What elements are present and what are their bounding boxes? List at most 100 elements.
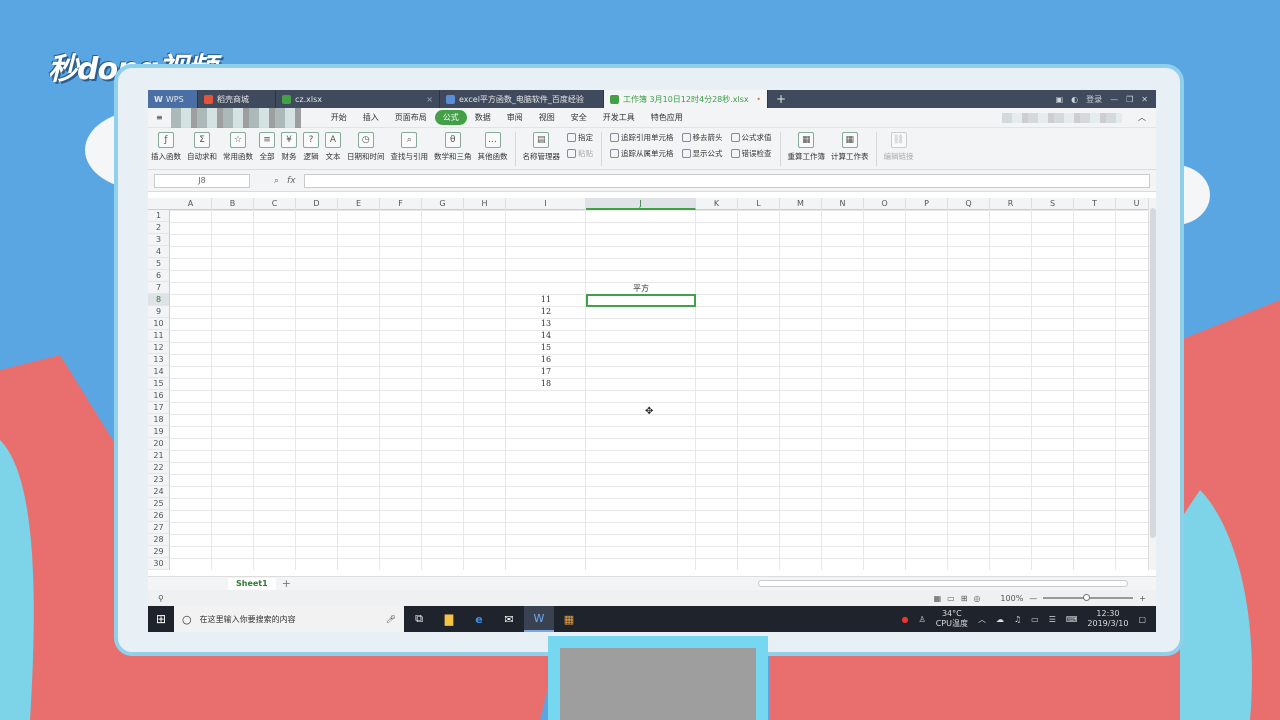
user-login[interactable]: 登录 <box>1086 94 1102 105</box>
fx-icon[interactable]: fx <box>287 176 296 186</box>
error-check-button[interactable]: 错误检查 <box>730 148 772 159</box>
column-header-o[interactable]: O <box>864 198 906 210</box>
menu-special[interactable]: 特色应用 <box>643 112 691 123</box>
scroll-thumb[interactable] <box>1150 208 1156 538</box>
menu-start[interactable]: 开始 <box>323 112 355 123</box>
row-header-7[interactable]: 7 <box>148 282 169 294</box>
tab-browser[interactable]: excel平方函数_电脑软件_百度经验 <box>440 90 604 108</box>
row-header-6[interactable]: 6 <box>148 270 169 282</box>
column-header-r[interactable]: R <box>990 198 1032 210</box>
row-header-21[interactable]: 21 <box>148 450 169 462</box>
row-header-13[interactable]: 13 <box>148 354 169 366</box>
row-header-14[interactable]: 14 <box>148 366 169 378</box>
cell-i15[interactable]: 18 <box>506 379 586 388</box>
column-header-s[interactable]: S <box>1032 198 1074 210</box>
file-explorer-icon[interactable]: ▇ <box>434 606 464 632</box>
column-header-g[interactable]: G <box>422 198 464 210</box>
row-header-12[interactable]: 12 <box>148 342 169 354</box>
keyboard-icon[interactable]: ⌨ <box>1066 615 1078 624</box>
finance-button[interactable]: ¥ 财务 <box>281 132 297 162</box>
column-header-l[interactable]: L <box>738 198 780 210</box>
row-header-4[interactable]: 4 <box>148 246 169 258</box>
row-header-1[interactable]: 1 <box>148 210 169 222</box>
security-icon[interactable]: ● <box>902 615 909 624</box>
text-button[interactable]: A 文本 <box>325 132 341 162</box>
common-functions-button[interactable]: ☆ 常用函数 <box>223 132 253 162</box>
math-button[interactable]: θ 数学和三角 <box>434 132 472 162</box>
taskbar-search[interactable]: ○ 在这里输入你要搜索的内容 🎤︎ <box>174 606 404 632</box>
sheet-tab[interactable]: Sheet1 <box>228 577 276 590</box>
cloud-icon[interactable]: ☁ <box>996 615 1004 624</box>
zoom-out-icon[interactable]: — <box>1029 594 1037 603</box>
new-tab-button[interactable]: + <box>768 92 794 106</box>
row-header-3[interactable]: 3 <box>148 234 169 246</box>
other-functions-button[interactable]: … 其他函数 <box>478 132 508 162</box>
column-header-h[interactable]: H <box>464 198 506 210</box>
row-header-16[interactable]: 16 <box>148 390 169 402</box>
row-header-27[interactable]: 27 <box>148 522 169 534</box>
people-icon[interactable]: ♙ <box>919 615 926 624</box>
lookup-button[interactable]: ⌕ 查找与引用 <box>391 132 428 162</box>
row-header-30[interactable]: 30 <box>148 558 169 570</box>
row-header-9[interactable]: 9 <box>148 306 169 318</box>
row-header-8[interactable]: 8 <box>148 294 169 306</box>
page-layout-icon[interactable]: ▭ <box>947 594 955 603</box>
row-header-20[interactable]: 20 <box>148 438 169 450</box>
column-header-m[interactable]: M <box>780 198 822 210</box>
normal-view-icon[interactable]: ▦ <box>934 594 942 603</box>
minimize-icon[interactable]: — <box>1110 95 1118 104</box>
trace-precedents-button[interactable]: 追踪引用单元格 <box>610 132 674 143</box>
row-header-28[interactable]: 28 <box>148 534 169 546</box>
eye-icon[interactable]: ◎ <box>973 594 980 603</box>
menu-formula[interactable]: 公式 <box>434 110 467 125</box>
tab-cz-xlsx[interactable]: cz.xlsx × <box>276 90 440 108</box>
row-header-29[interactable]: 29 <box>148 546 169 558</box>
task-view-icon[interactable]: ⧉ <box>404 606 434 632</box>
vertical-scrollbar[interactable] <box>1148 198 1156 570</box>
trace-dependents-button[interactable]: 追踪从属单元格 <box>610 148 674 159</box>
mail-icon[interactable]: ✉ <box>494 606 524 632</box>
menu-page-layout[interactable]: 页面布局 <box>387 112 435 123</box>
close-icon[interactable]: × <box>426 95 433 104</box>
row-header-19[interactable]: 19 <box>148 426 169 438</box>
all-functions-button[interactable]: ≡ 全部 <box>259 132 275 162</box>
column-header-q[interactable]: Q <box>948 198 990 210</box>
close-icon[interactable]: • <box>756 95 761 104</box>
menu-developer[interactable]: 开发工具 <box>595 112 643 123</box>
cell-i10[interactable]: 13 <box>506 319 586 328</box>
formula-input[interactable] <box>303 173 1150 188</box>
remove-arrows-button[interactable]: 移去箭头 <box>681 132 723 143</box>
recalc-workbook-button[interactable]: ▦ 重算工作簿 <box>788 132 825 162</box>
menu-security[interactable]: 安全 <box>563 112 595 123</box>
column-header-j[interactable]: J <box>586 198 696 210</box>
column-header-n[interactable]: N <box>822 198 864 210</box>
cell-area[interactable]: 平方 11 12 13 14 15 16 17 18 <box>170 210 1148 570</box>
volume-icon[interactable]: ♫ <box>1014 615 1021 624</box>
zoom-slider[interactable] <box>1043 594 1134 601</box>
row-header-25[interactable]: 25 <box>148 498 169 510</box>
cell-i8[interactable]: 11 <box>506 295 586 304</box>
name-manager-button[interactable]: ▤ 名称管理器 <box>523 132 560 162</box>
row-header-24[interactable]: 24 <box>148 486 169 498</box>
row-header-11[interactable]: 11 <box>148 330 169 342</box>
menu-view[interactable]: 视图 <box>531 112 563 123</box>
zoom-search-icon[interactable]: ⌕ <box>274 176 279 186</box>
define-button[interactable]: 指定 <box>567 132 593 143</box>
zoom-level[interactable]: 100% <box>1000 594 1023 603</box>
show-formula-button[interactable]: 显示公式 <box>681 148 723 159</box>
row-header-10[interactable]: 10 <box>148 318 169 330</box>
column-header-b[interactable]: B <box>212 198 254 210</box>
edge-browser-icon[interactable]: e <box>464 606 494 632</box>
restore-icon[interactable]: ❐ <box>1126 95 1133 104</box>
cell-i12[interactable]: 15 <box>506 343 586 352</box>
menu-review[interactable]: 审阅 <box>499 112 531 123</box>
network-icon[interactable]: ☰ <box>1049 615 1056 624</box>
row-header-22[interactable]: 22 <box>148 462 169 474</box>
column-header-c[interactable]: C <box>254 198 296 210</box>
horizontal-scrollbar[interactable] <box>758 580 1128 587</box>
name-box[interactable]: J8 <box>154 173 250 188</box>
wps-taskbar-icon[interactable]: W <box>524 606 554 632</box>
column-header-t[interactable]: T <box>1074 198 1116 210</box>
row-header-23[interactable]: 23 <box>148 474 169 486</box>
menu-data[interactable]: 数据 <box>467 112 499 123</box>
